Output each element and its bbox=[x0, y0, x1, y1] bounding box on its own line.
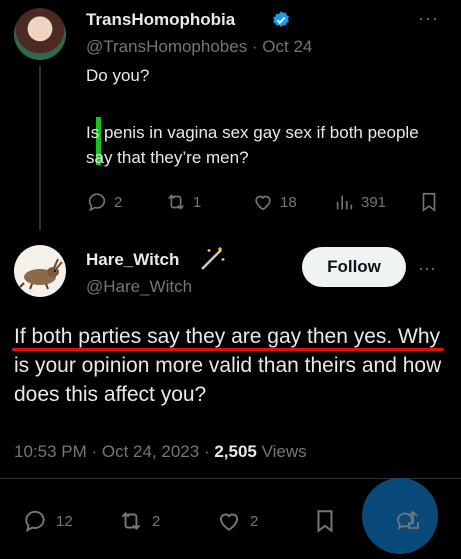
like-button[interactable]: 18 bbox=[252, 190, 297, 214]
more-options-icon[interactable]: ··· bbox=[418, 8, 439, 29]
reply-icon bbox=[25, 510, 45, 533]
display-name[interactable]: Hare_Witch bbox=[86, 250, 179, 270]
reply-count: 2 bbox=[114, 193, 123, 211]
like-button[interactable]: 2 bbox=[216, 508, 258, 534]
more-options-icon[interactable]: ··· bbox=[418, 258, 436, 279]
views-label: Views bbox=[256, 442, 307, 461]
retweet-button[interactable]: 1 bbox=[165, 190, 201, 214]
tweet-text: If both parties say they are gay then ye… bbox=[14, 325, 442, 406]
avatar[interactable] bbox=[14, 245, 66, 297]
verified-badge-icon bbox=[273, 11, 289, 27]
handle[interactable]: @Hare_Witch bbox=[86, 277, 192, 297]
bookmark-icon bbox=[317, 510, 333, 533]
quoted-text: Is penis in vagina sex gay sex if both p… bbox=[86, 123, 419, 167]
hare-avatar-icon bbox=[19, 258, 63, 290]
red-underline-annotation bbox=[12, 348, 444, 351]
bookmark-button[interactable] bbox=[312, 508, 338, 534]
retweet-count: 2 bbox=[152, 512, 161, 530]
thread-line bbox=[39, 66, 41, 230]
display-name[interactable]: TransHomophobia bbox=[86, 10, 235, 30]
share-button[interactable] bbox=[386, 508, 430, 534]
bookmark-button[interactable] bbox=[418, 190, 440, 214]
heart-icon bbox=[255, 195, 271, 211]
tweet-meta: 10:53 PM · Oct 24, 2023 · 2,505 Views bbox=[14, 442, 307, 462]
retweet-icon bbox=[168, 194, 184, 210]
reply-icon bbox=[88, 193, 106, 212]
magic-wand-icon bbox=[201, 247, 225, 270]
avatar[interactable] bbox=[14, 8, 66, 60]
reply-button[interactable]: 2 bbox=[86, 190, 122, 214]
like-count: 2 bbox=[250, 512, 259, 530]
retweet-button[interactable]: 2 bbox=[118, 508, 160, 534]
tweet-text: Do you? bbox=[86, 66, 150, 85]
heart-icon bbox=[219, 513, 239, 531]
like-count: 18 bbox=[280, 193, 297, 211]
views-count: 2,505 bbox=[214, 442, 257, 461]
time-date[interactable]: 10:53 PM · Oct 24, 2023 · bbox=[14, 442, 214, 461]
follow-button[interactable]: Follow bbox=[302, 247, 406, 287]
views-icon bbox=[336, 195, 353, 210]
bookmark-icon bbox=[422, 192, 436, 212]
reply-button[interactable]: 12 bbox=[22, 508, 73, 534]
retweet-count: 1 bbox=[193, 193, 202, 211]
reply-count: 12 bbox=[56, 512, 73, 530]
views-count: 391 bbox=[361, 193, 387, 211]
handle-date[interactable]: @TransHomophobes · Oct 24 bbox=[86, 37, 312, 57]
views-button[interactable]: 391 bbox=[333, 190, 386, 214]
retweet-icon bbox=[121, 512, 141, 530]
share-icon bbox=[397, 510, 419, 530]
